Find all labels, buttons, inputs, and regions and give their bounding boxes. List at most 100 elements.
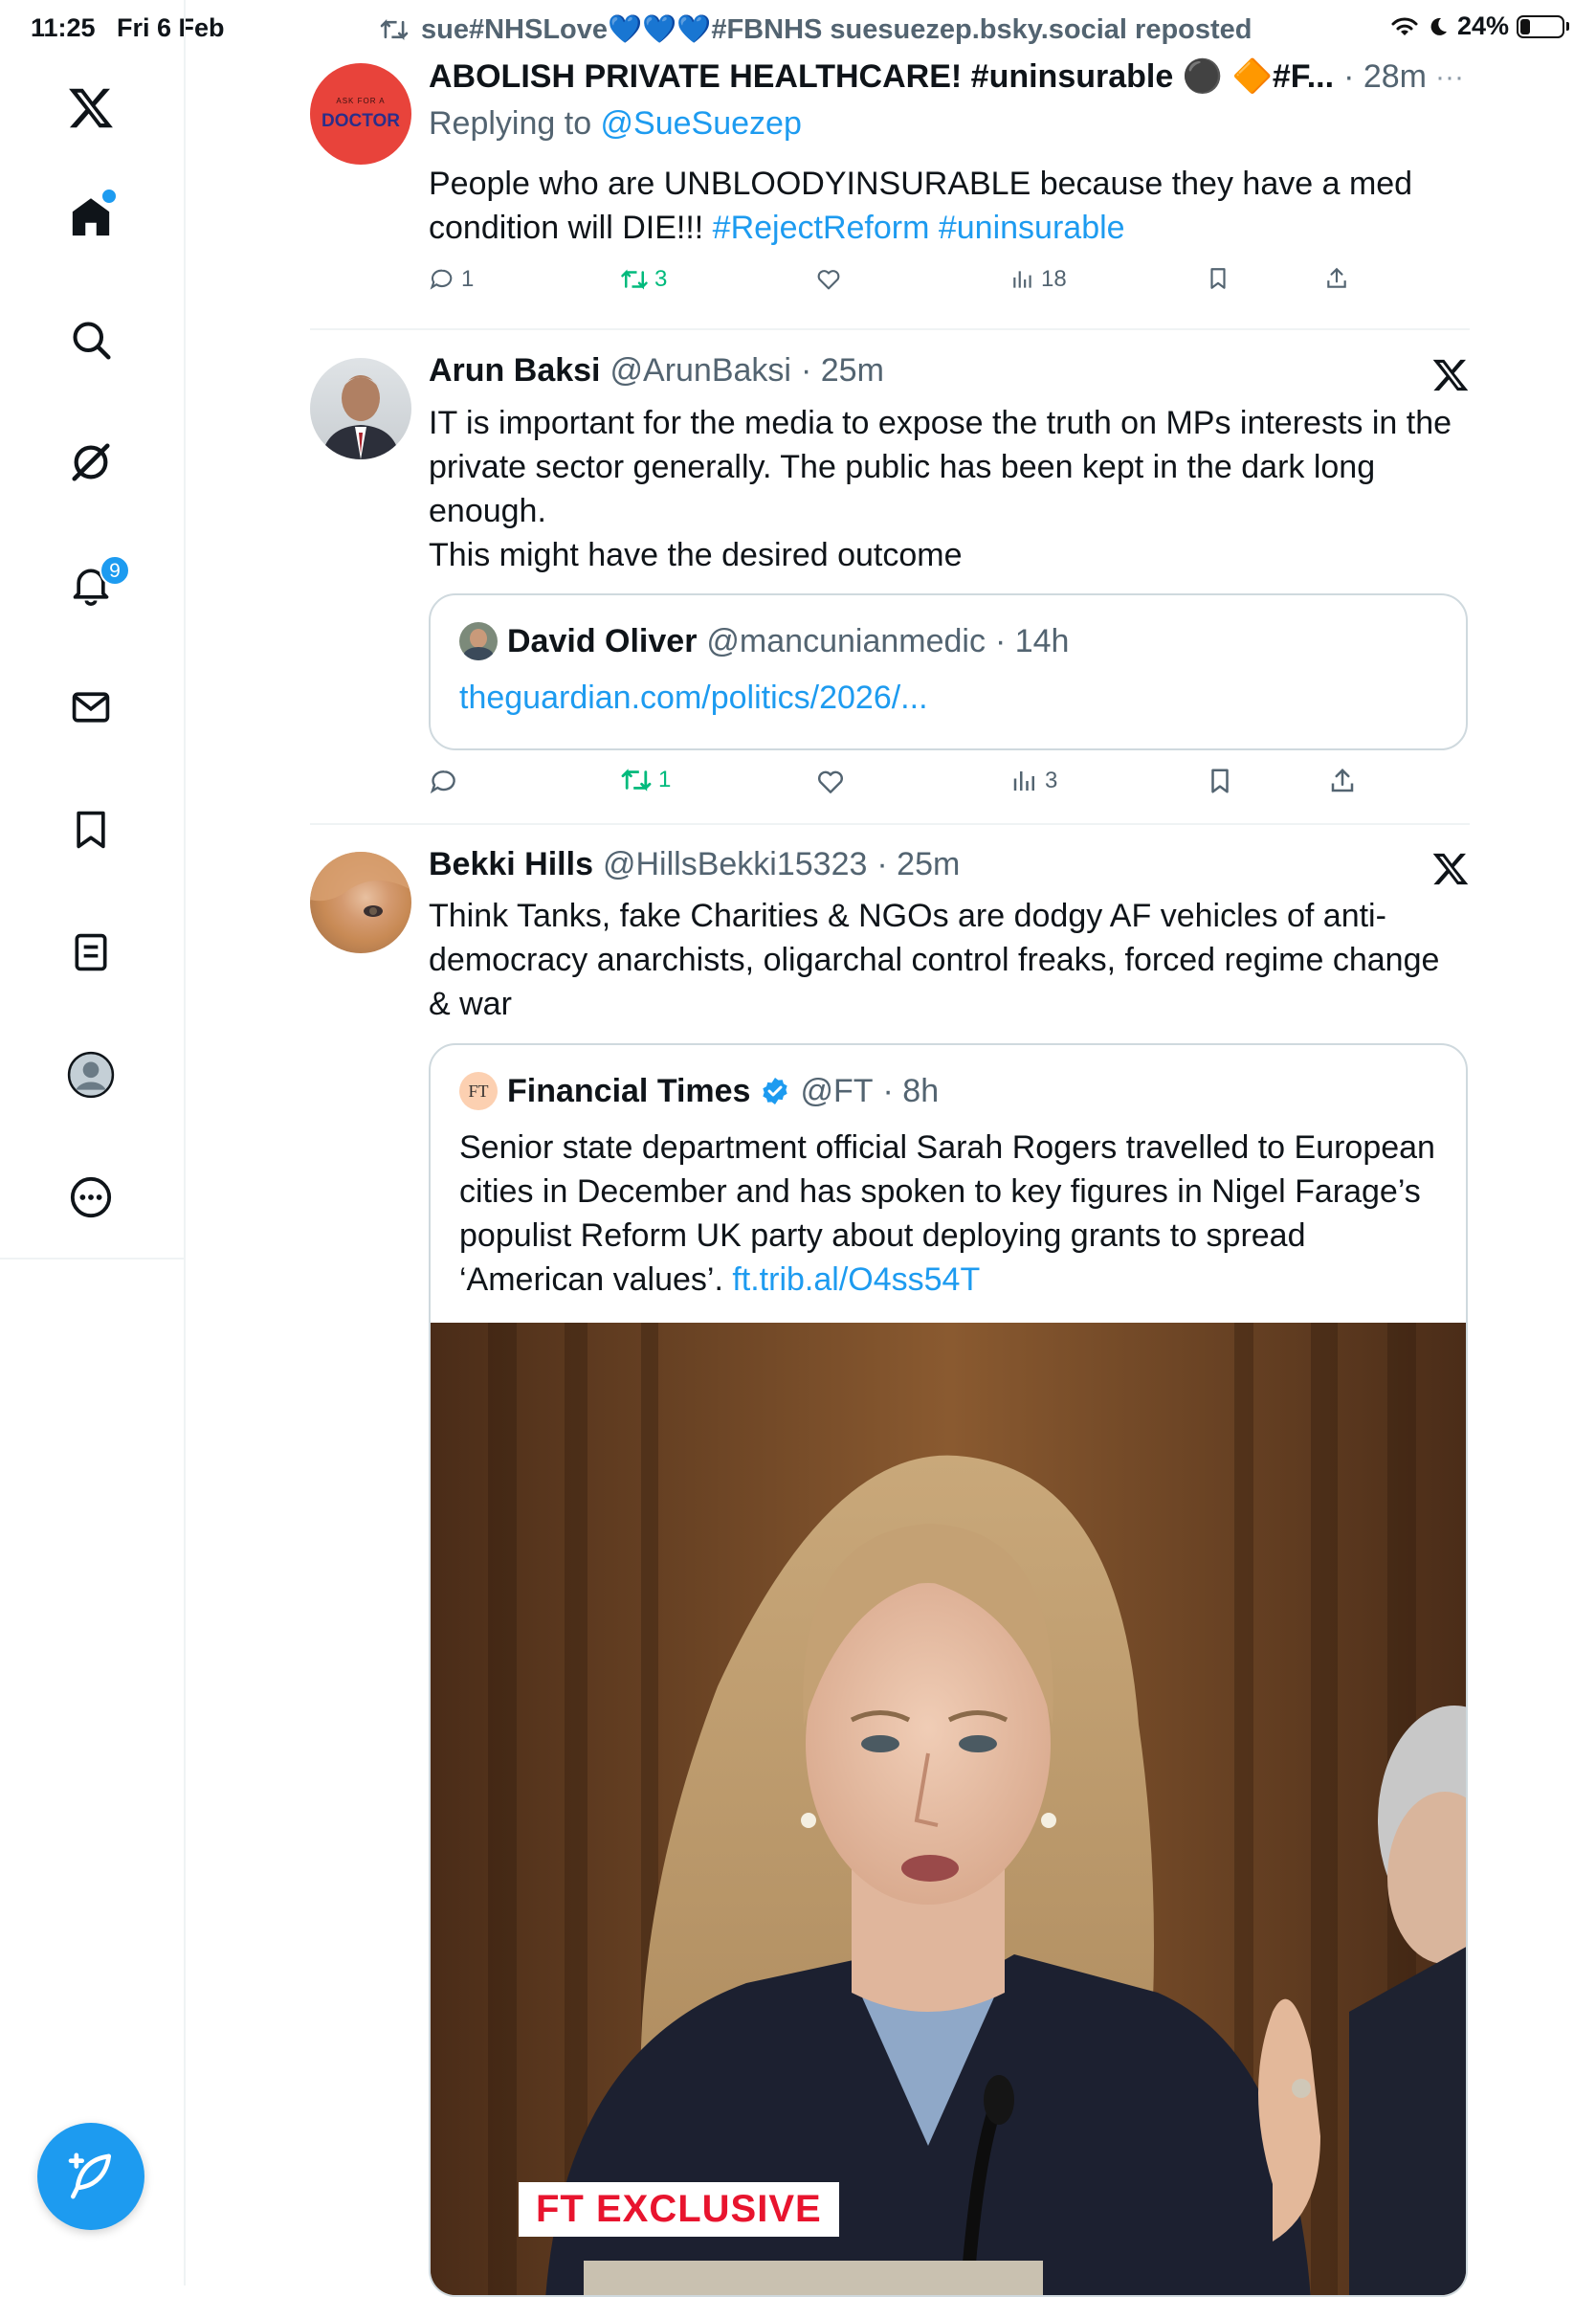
tweet1-view-count: 18 [1041, 266, 1067, 292]
tweet2-text-line: enough. [429, 493, 546, 529]
messages-icon[interactable] [61, 678, 121, 737]
avatar-portrait-icon [321, 375, 400, 459]
bookmark-icon [1210, 268, 1226, 289]
tweet1-header: ABOLISH PRIVATE HEALTHCARE! #uninsurable… [429, 57, 1427, 96]
ft-exclusive-label: FT EXCLUSIVE [519, 2182, 839, 2237]
tweet3-crosspost-x-icon [1431, 850, 1470, 893]
repost-icon [621, 269, 648, 290]
tweet-divider [310, 823, 1470, 825]
tweet2-text-line: IT is important for the media to expose … [429, 405, 1452, 441]
status-indicators: 24% [1390, 11, 1569, 41]
compose-button[interactable] [37, 2123, 144, 2230]
quote-header: David Oliver @mancunianmedic · 14h [459, 622, 1069, 660]
tweet2-like-button[interactable] [815, 767, 846, 797]
tweet1-text: People who are UNBLOODYINSURABLE because… [429, 162, 1452, 250]
share-icon [1327, 267, 1346, 288]
battery-percent: 24% [1456, 11, 1509, 40]
heart-icon [818, 770, 843, 793]
tweet2-repost-button[interactable]: 1 [620, 767, 671, 793]
tweet1-time: · 28m [1343, 58, 1427, 95]
repost-icon [621, 769, 652, 792]
tweet2-quote-card[interactable]: David Oliver @mancunianmedic · 14h thegu… [429, 593, 1468, 750]
quote-time: · 8h [882, 1072, 940, 1109]
tweet2-share-button[interactable] [1328, 767, 1357, 795]
more-icon[interactable] [61, 1168, 121, 1227]
tweet3-avatar[interactable] [310, 852, 411, 953]
home-unread-dot [100, 188, 118, 205]
tweet2-repost-count: 1 [658, 767, 672, 792]
news-photo-image [431, 1323, 1466, 2295]
notification-count-badge: 9 [100, 555, 130, 586]
replying-handle-link[interactable]: @SueSuezep [601, 105, 802, 142]
heart-icon [817, 270, 840, 290]
bookmarks-icon[interactable] [61, 800, 121, 859]
quote-link[interactable]: ft.trib.al/O4ss54T [732, 1261, 980, 1298]
tweet3-time: · 25m [876, 846, 961, 882]
tweet1-bookmark-button[interactable] [1206, 266, 1230, 291]
reply-icon [430, 269, 453, 290]
quote-avatar [459, 622, 498, 660]
quote-header: FT Financial Times @FT · 8h [459, 1072, 939, 1110]
moon-icon [1430, 17, 1447, 35]
tweet2-avatar[interactable] [310, 358, 411, 459]
avatar-portrait-icon [310, 852, 411, 917]
profile-icon[interactable] [61, 1045, 121, 1104]
repost-icon [380, 19, 409, 40]
compose-feather-icon [68, 2152, 111, 2199]
quote-text-line: cities in December and has spoken to key… [459, 1173, 1421, 1210]
bookmark-icon [1211, 769, 1229, 793]
quote-handle: @mancunianmedic [706, 622, 986, 659]
tweet3-handle[interactable]: @HillsBekki15323 [603, 846, 867, 883]
tweet1-reply-button[interactable]: 1 [429, 266, 474, 293]
tweet1-views-button[interactable]: 18 [1010, 266, 1067, 293]
quote-text: Senior state department official Sarah R… [459, 1126, 1454, 1302]
tweet2-author-name[interactable]: Arun Baksi [429, 352, 601, 390]
tweet1-like-button[interactable] [815, 266, 842, 293]
quote-link[interactable]: theguardian.com/politics/2026/... [459, 680, 928, 717]
tweet3-text-line: Think Tanks, fake Charities & NGOs are d… [429, 898, 1386, 934]
tweet1-avatar-text: DOCTOR [321, 110, 400, 131]
tweet1-avatar[interactable]: ASK FOR A DOCTOR [310, 63, 411, 165]
verified-badge-icon [763, 1078, 788, 1104]
tweet-divider [310, 328, 1470, 330]
grok-icon[interactable] [61, 433, 121, 492]
tweet2-reply-button[interactable] [429, 767, 459, 797]
tweet1-repost-count: 3 [654, 266, 668, 292]
tweet3-text-line: democracy anarchists, oligarchal control… [429, 942, 1440, 978]
share-icon [1331, 768, 1354, 792]
tweet1-hashtags[interactable]: #RejectReform #uninsurable [713, 210, 1125, 246]
tweet1-more-icon[interactable]: ··· [1435, 61, 1464, 94]
tweet2-bookmark-button[interactable] [1206, 767, 1234, 795]
tweet1-reply-count: 1 [461, 266, 475, 292]
tweet2-actions: 1 3 [429, 767, 1433, 809]
tweet2-text-line: private sector generally. The public has… [429, 449, 1376, 485]
tweet1-repost-button[interactable]: 3 [620, 266, 667, 293]
quote-text-line: ‘American values’. [459, 1261, 733, 1298]
quote-author-name: Financial Times [507, 1072, 751, 1109]
wifi-icon [1391, 17, 1418, 35]
battery-icon [1517, 14, 1564, 38]
quote-handle: @FT [800, 1072, 874, 1109]
tweet1-author-name[interactable]: ABOLISH PRIVATE HEALTHCARE! #uninsurable… [429, 57, 1334, 96]
tweet2-handle[interactable]: @ArunBaksi [610, 352, 791, 390]
tweet2-header: Arun Baksi @ArunBaksi · 25m [429, 352, 884, 390]
tweet1-replying-to: Replying to @SueSuezep [429, 105, 802, 143]
quote-author-name: David Oliver [507, 622, 698, 659]
tweet1-share-button[interactable] [1324, 266, 1349, 291]
quote-time: · 14h [994, 622, 1070, 659]
lists-icon[interactable] [61, 923, 121, 982]
ft-avatar: FT [459, 1072, 498, 1110]
tweet3-text-line: & war [429, 986, 512, 1022]
sidebar-divider [0, 1258, 184, 1260]
reply-icon [430, 770, 455, 794]
tweet3-quote-card[interactable]: FT Financial Times @FT · 8h Senior state… [429, 1043, 1468, 2297]
tweet3-author-name[interactable]: Bekki Hills [429, 846, 593, 883]
tweet2-text-line: This might have the desired outcome [429, 537, 963, 573]
views-icon [1013, 271, 1031, 288]
quote-media-image[interactable]: FT EXCLUSIVE [431, 1323, 1466, 2295]
repost-banner-text: sue#NHSLove💙💙💙#FBNHS suesuezep.bsky.soci… [421, 14, 1252, 45]
replying-prefix: Replying to [429, 105, 601, 142]
search-icon[interactable] [61, 310, 121, 369]
tweet2-views-button[interactable]: 3 [1010, 767, 1057, 795]
x-logo-icon[interactable] [61, 78, 121, 138]
